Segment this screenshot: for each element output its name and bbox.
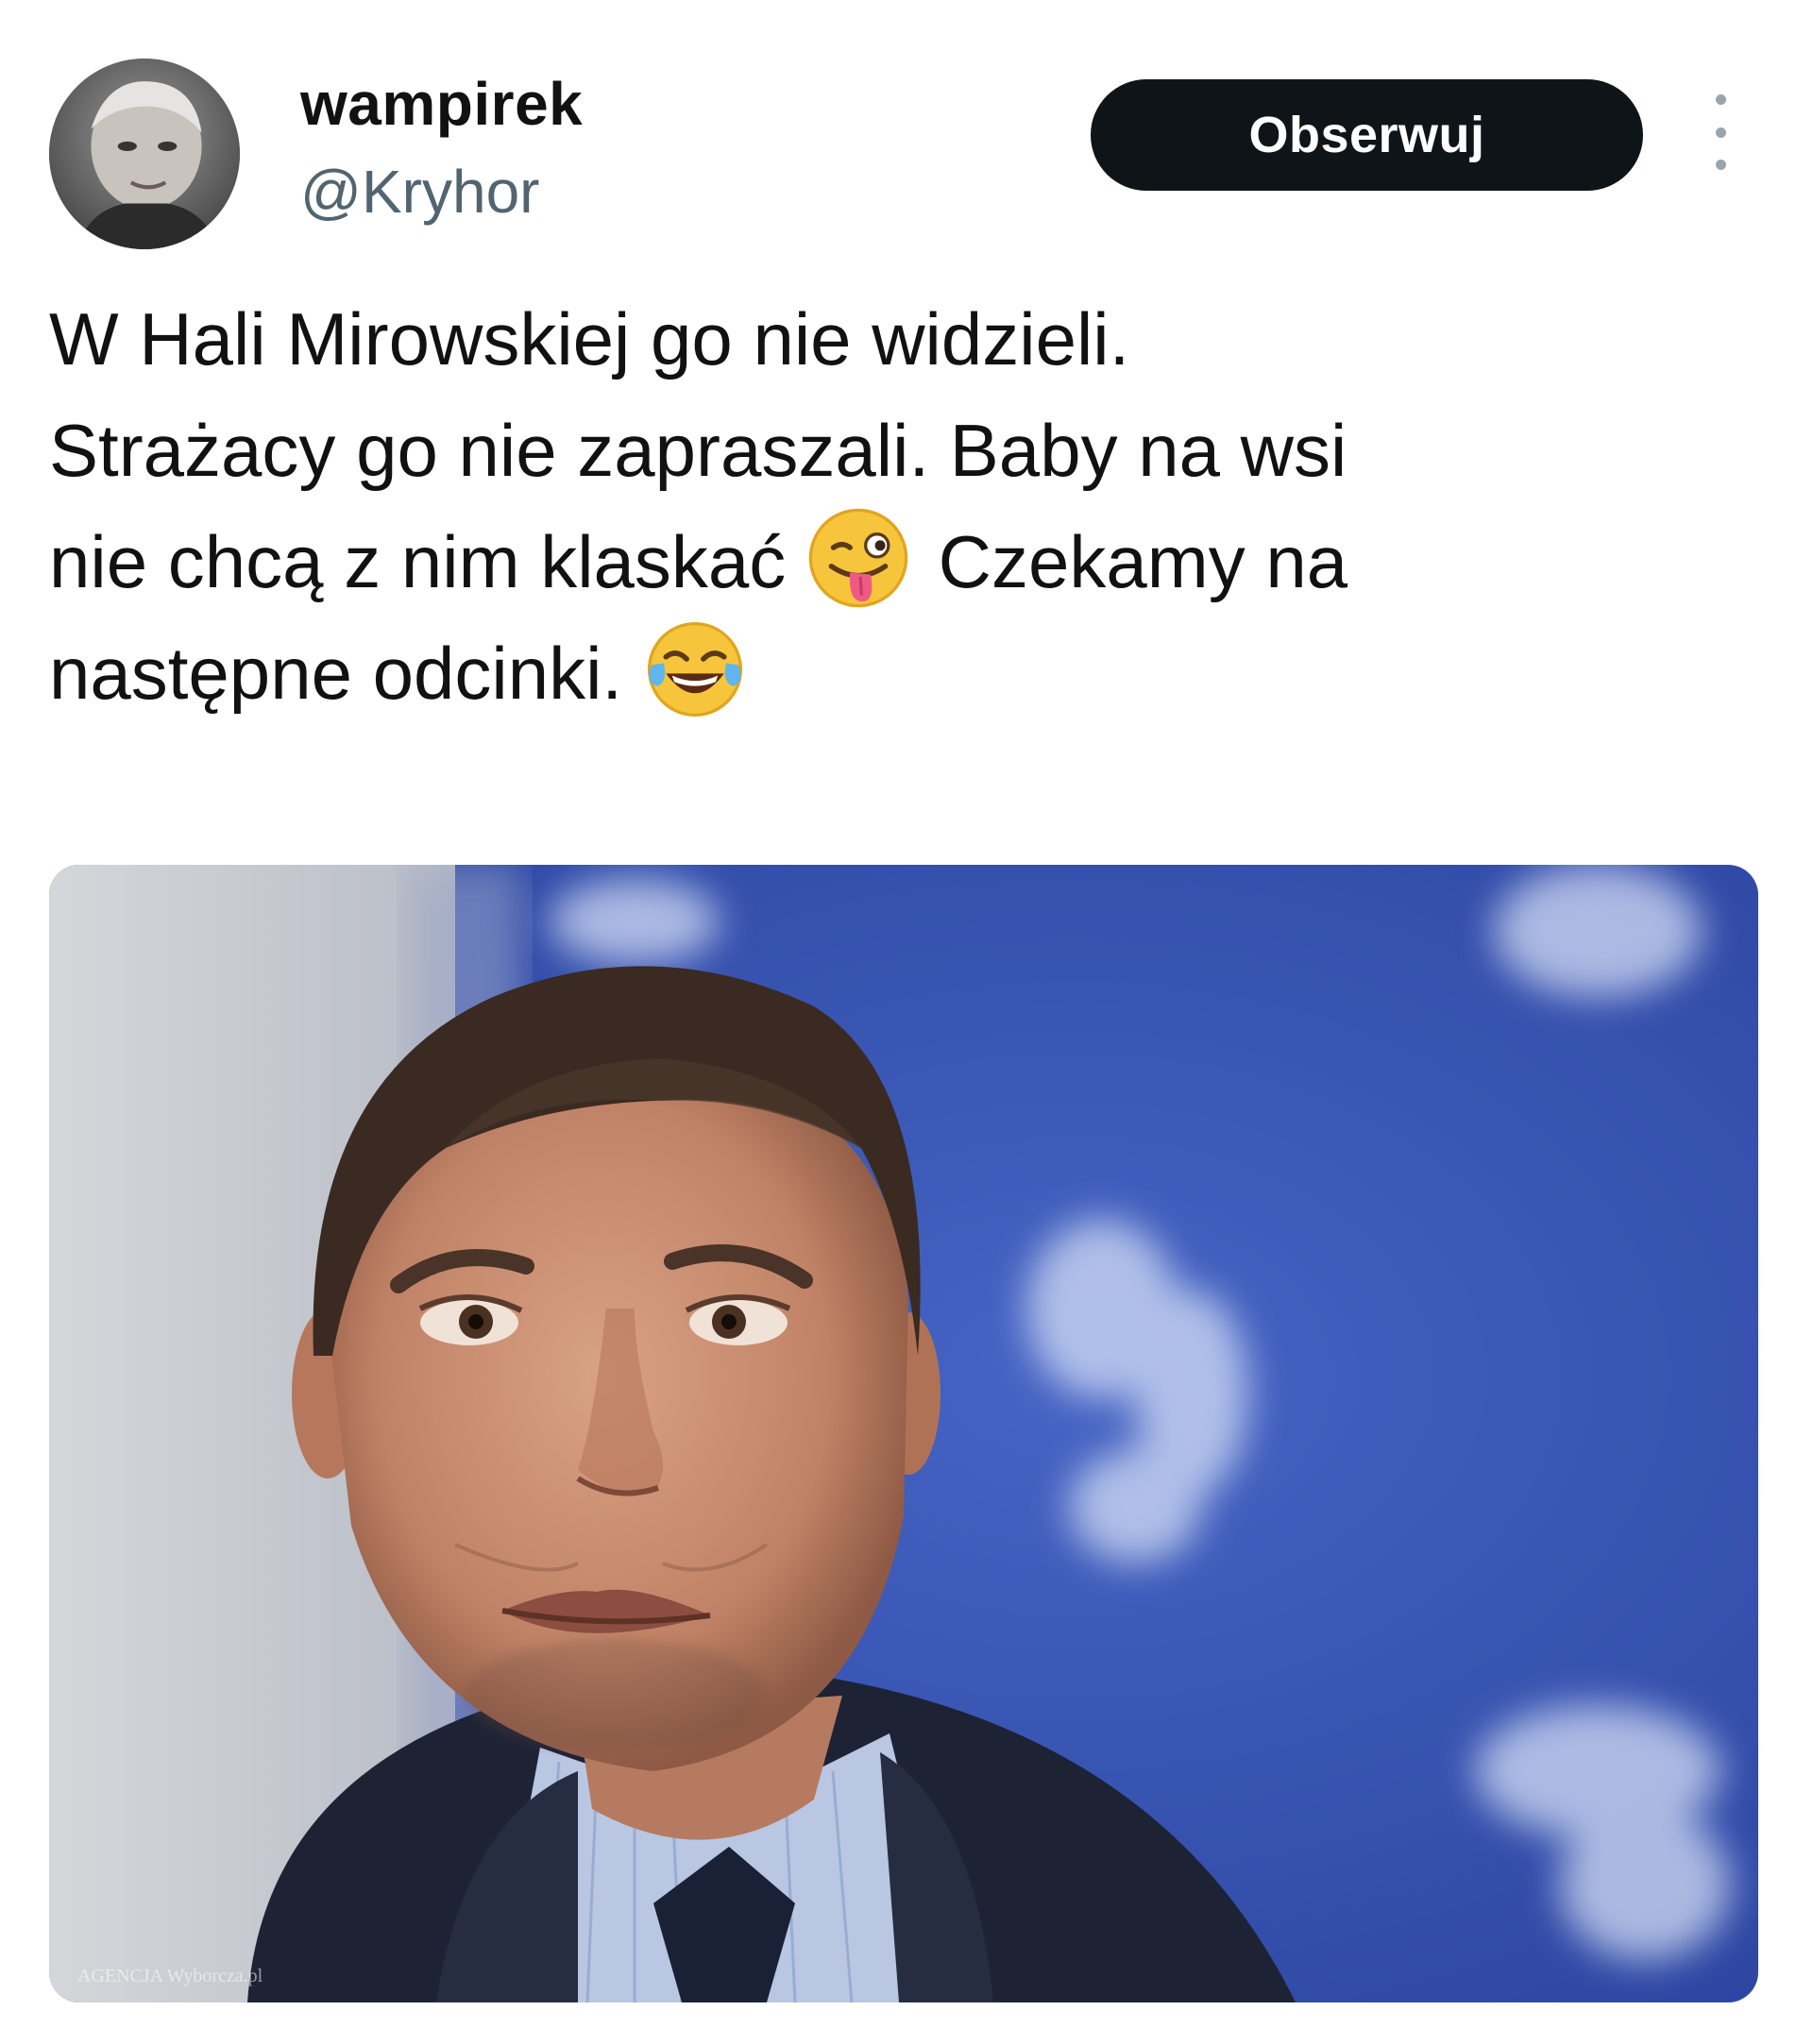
more-options-icon[interactable] [1700, 94, 1741, 170]
tweet-text-segment: następne odcinki. [49, 632, 623, 715]
avatar[interactable] [49, 59, 240, 249]
avatar-photo [49, 59, 240, 249]
dot [1715, 127, 1726, 138]
tweet-text-line: W Hali Mirowskiej go nie widzieli. [49, 297, 1130, 380]
display-name[interactable]: wampirek [300, 66, 583, 142]
image-watermark: AGENCJA Wyborcza.pl [77, 1966, 263, 1986]
tweet-text-segment: Czekamy na [917, 520, 1348, 603]
tweet-text-line: następne odcinki. [49, 617, 1787, 729]
dot [1715, 160, 1726, 170]
tweet-text: W Hali Mirowskiej go nie widzieli. Straż… [49, 283, 1787, 729]
tweet-text-line: nie chcą z nim klaskać Czekamy na [49, 506, 1787, 617]
face-with-tears-of-joy-icon [643, 617, 747, 721]
dot [1715, 94, 1726, 105]
tweet-text-segment: nie chcą z nim klaskać [49, 520, 787, 603]
handle[interactable]: @Kryhor [300, 154, 539, 229]
tweet-media-image[interactable]: AGENCJA Wyborcza.pl [49, 865, 1758, 2002]
winking-face-with-tongue-icon [806, 506, 910, 610]
follow-button[interactable]: Obserwuj [1091, 79, 1643, 191]
tweet: wampirek @Kryhor Obserwuj W Hali Mirowsk… [0, 0, 1813, 2044]
tweet-text-line: Strażacy go nie zapraszali. Baby na wsi [49, 409, 1347, 492]
photo-man-in-suit [49, 865, 1758, 2002]
